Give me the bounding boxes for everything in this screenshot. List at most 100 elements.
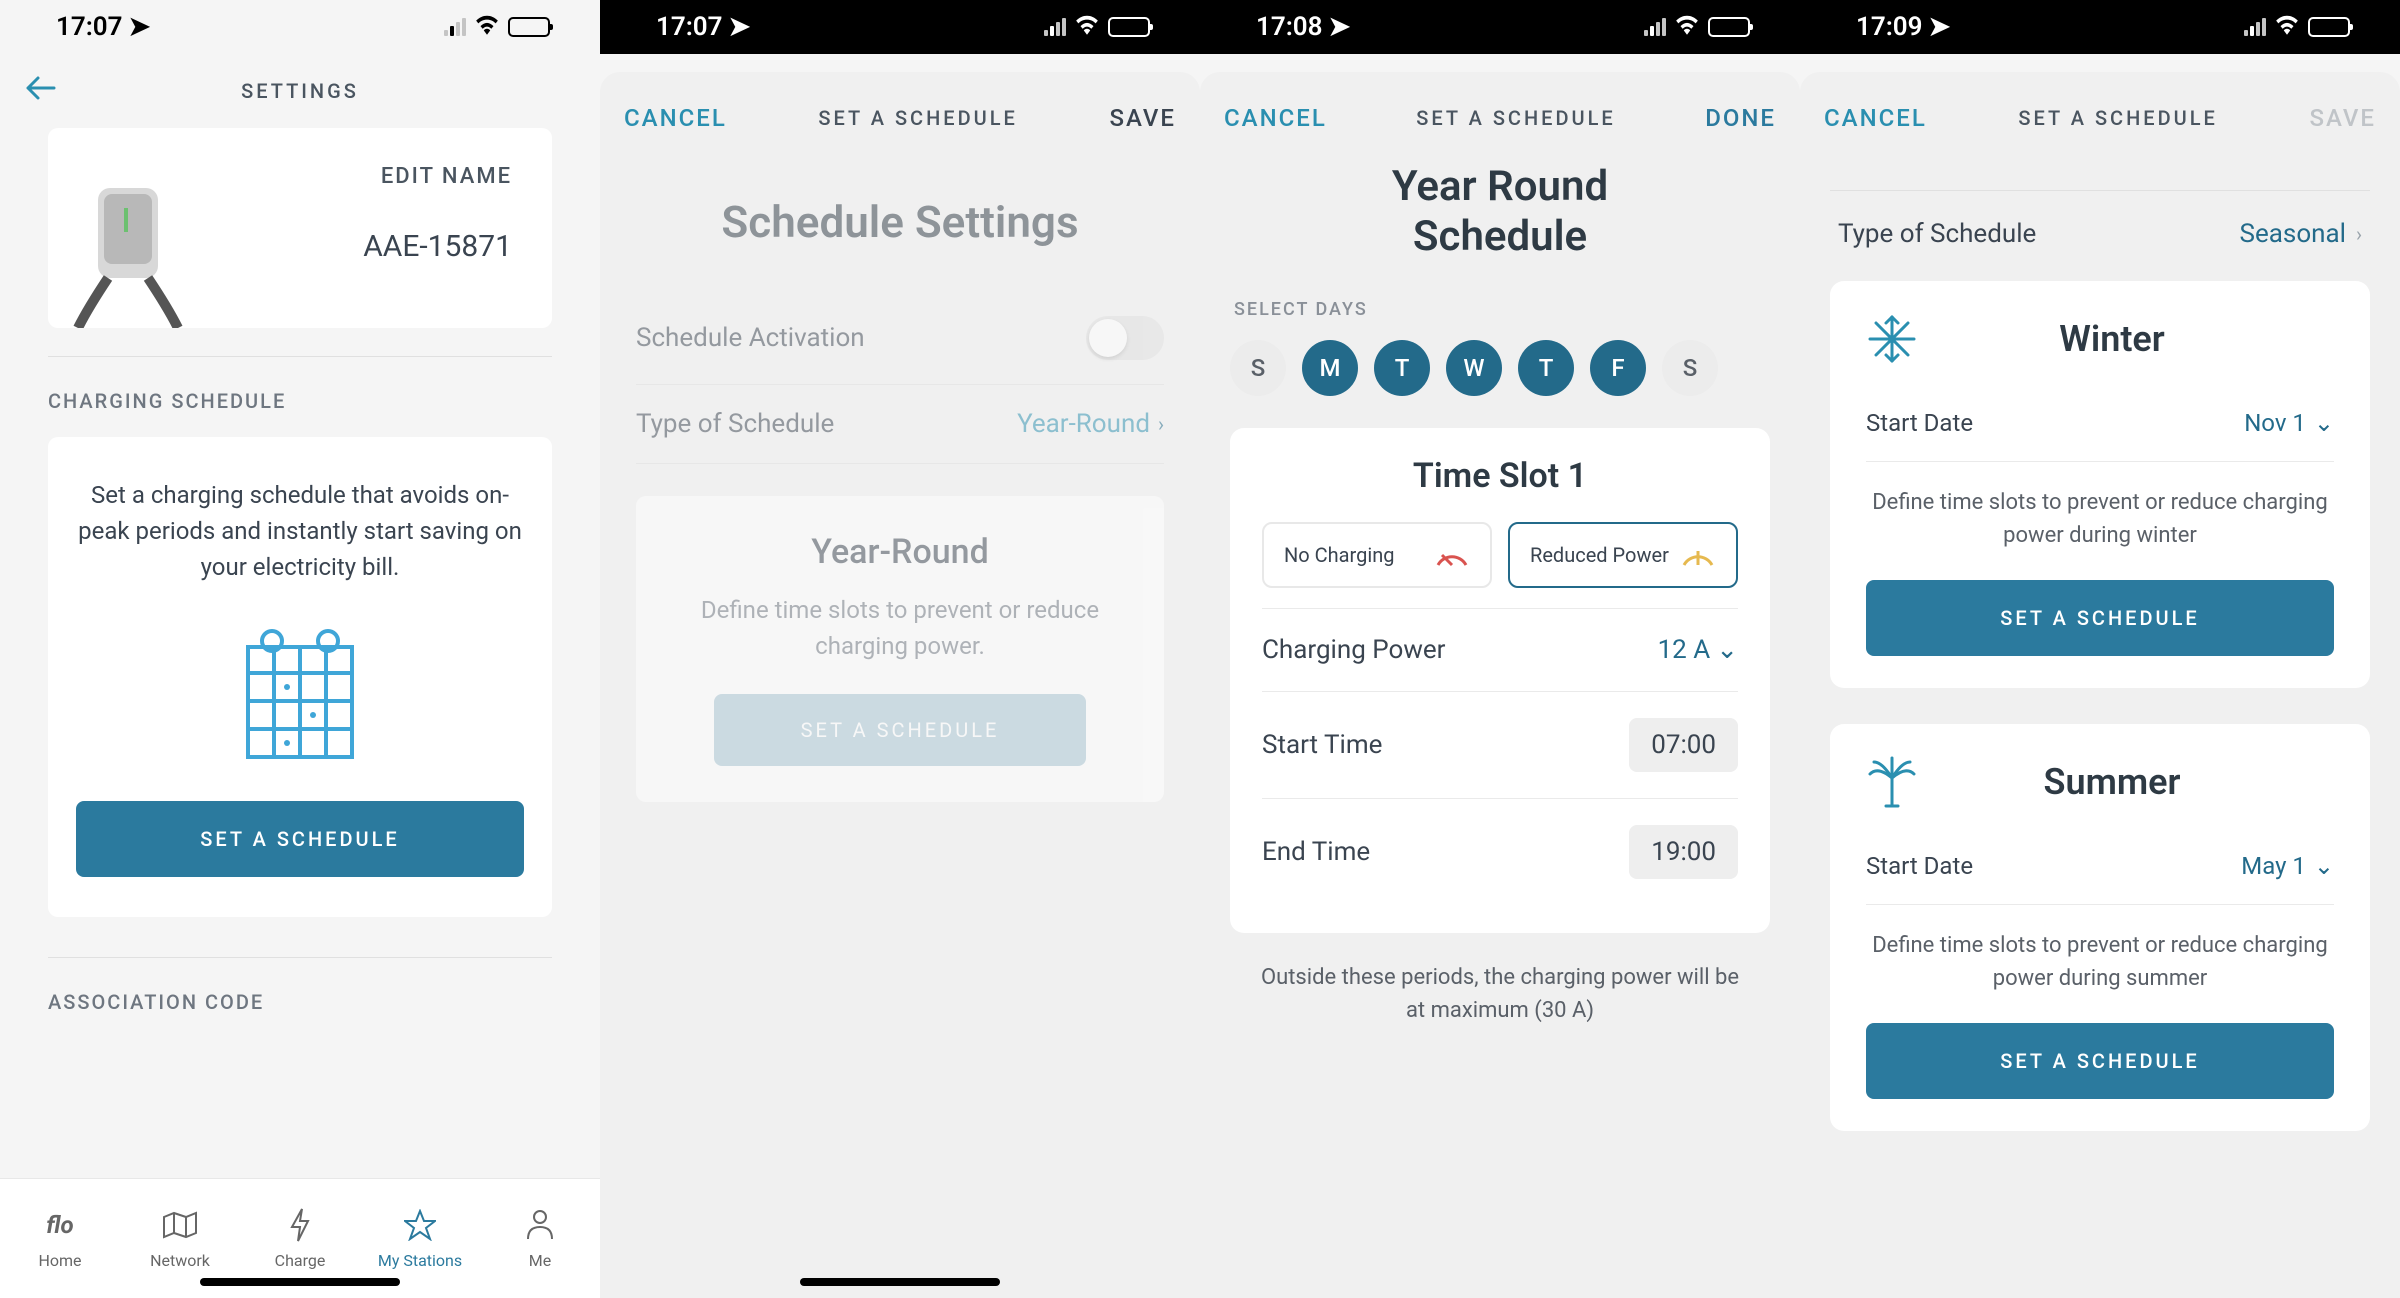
status-time: 17:09 bbox=[1856, 12, 1923, 42]
charging-power-row[interactable]: Charging Power 12 A⌄ bbox=[1262, 608, 1738, 691]
location-icon: ➤ bbox=[729, 12, 751, 42]
tab-me[interactable]: Me bbox=[480, 1179, 600, 1298]
status-time: 17:08 bbox=[1256, 12, 1323, 42]
battery-icon bbox=[508, 17, 550, 37]
end-time-row[interactable]: End Time 19:00 bbox=[1262, 798, 1738, 905]
gauge-yellow-icon bbox=[1680, 543, 1716, 567]
winter-card: Winter Start Date Nov 1⌄ Define time slo… bbox=[1830, 281, 2370, 688]
start-time-row[interactable]: Start Time 07:00 bbox=[1262, 691, 1738, 798]
chevron-down-icon: ⌄ bbox=[1716, 635, 1738, 665]
location-icon: ➤ bbox=[129, 12, 151, 42]
page-title: SETTINGS bbox=[0, 79, 600, 103]
days-selector: S M T W T F S bbox=[1230, 340, 1770, 396]
activation-toggle[interactable] bbox=[1086, 316, 1164, 360]
summer-card: Summer Start Date May 1⌄ Define time slo… bbox=[1830, 724, 2370, 1131]
modal-title: SET A SCHEDULE bbox=[1416, 106, 1615, 130]
chevron-down-icon: ⌄ bbox=[2314, 409, 2334, 437]
chevron-right-icon: › bbox=[1158, 412, 1164, 436]
winter-start-date: Nov 1 bbox=[2244, 409, 2306, 437]
screen-schedule-settings: 17:07➤ CANCEL SET A SCHEDULE SAVE Schedu… bbox=[600, 0, 1200, 1298]
year-round-card: Year-Round Define time slots to prevent … bbox=[636, 496, 1164, 802]
wifi-icon bbox=[474, 12, 500, 42]
edit-name-button[interactable]: EDIT NAME bbox=[381, 164, 512, 189]
palm-icon bbox=[1866, 756, 1918, 808]
chevron-right-icon: › bbox=[2356, 222, 2362, 246]
start-time-value[interactable]: 07:00 bbox=[1629, 718, 1738, 772]
type-label: Type of Schedule bbox=[636, 409, 834, 439]
star-icon bbox=[402, 1207, 438, 1243]
screen-settings: 17:07➤ SETTINGS EDIT NAME AAE-15871 CHAR… bbox=[0, 0, 600, 1298]
location-icon: ➤ bbox=[1329, 12, 1351, 42]
screen-year-round: 17:08➤ CANCEL SET A SCHEDULE DONE Year R… bbox=[1200, 0, 1800, 1298]
cellular-icon bbox=[444, 18, 466, 36]
type-value: Year-Round bbox=[1017, 409, 1150, 439]
day-wednesday[interactable]: W bbox=[1446, 340, 1502, 396]
device-name: AAE-15871 bbox=[363, 229, 512, 264]
time-slot-card: Time Slot 1 No Charging Reduced Power Ch… bbox=[1230, 428, 1770, 933]
save-button[interactable]: SAVE bbox=[1109, 104, 1176, 132]
set-schedule-button[interactable]: SET A SCHEDULE bbox=[76, 801, 524, 877]
day-thursday[interactable]: T bbox=[1518, 340, 1574, 396]
activation-label: Schedule Activation bbox=[636, 323, 865, 353]
mode-no-charging[interactable]: No Charging bbox=[1262, 522, 1492, 588]
snowflake-icon bbox=[1866, 313, 1918, 365]
calendar-icon bbox=[240, 627, 360, 767]
time-slot-title: Time Slot 1 bbox=[1262, 456, 1738, 496]
screen-seasonal: 17:09➤ CANCEL SET A SCHEDULE SAVE Type o… bbox=[1800, 0, 2400, 1298]
chevron-down-icon: ⌄ bbox=[2314, 852, 2334, 880]
wifi-icon bbox=[2274, 12, 2300, 42]
mode-reduced-power[interactable]: Reduced Power bbox=[1508, 522, 1738, 588]
type-of-schedule-row[interactable]: Type of Schedule Year-Round › bbox=[636, 385, 1164, 464]
winter-description: Define time slots to prevent or reduce c… bbox=[1866, 486, 2334, 552]
divider bbox=[48, 957, 552, 958]
cancel-button[interactable]: CANCEL bbox=[1824, 104, 1927, 132]
save-button[interactable]: SAVE bbox=[2309, 104, 2376, 132]
modal-title: SET A SCHEDULE bbox=[818, 106, 1017, 130]
card-title: Year-Round bbox=[668, 532, 1132, 572]
done-button[interactable]: DONE bbox=[1705, 104, 1776, 132]
winter-title: Winter bbox=[1942, 318, 2282, 360]
home-indicator[interactable] bbox=[800, 1278, 1000, 1286]
wifi-icon bbox=[1074, 12, 1100, 42]
day-friday[interactable]: F bbox=[1590, 340, 1646, 396]
winter-set-schedule-button[interactable]: SET A SCHEDULE bbox=[1866, 580, 2334, 656]
day-saturday[interactable]: S bbox=[1662, 340, 1718, 396]
cellular-icon bbox=[1644, 18, 1666, 36]
day-sunday[interactable]: S bbox=[1230, 340, 1286, 396]
map-icon bbox=[162, 1207, 198, 1243]
card-description: Define time slots to prevent or reduce c… bbox=[668, 592, 1132, 664]
charger-image bbox=[68, 188, 188, 328]
gauge-red-icon bbox=[1434, 543, 1470, 567]
cancel-button[interactable]: CANCEL bbox=[1224, 104, 1327, 132]
status-bar: 17:07➤ bbox=[0, 0, 600, 54]
modal-header: CANCEL SET A SCHEDULE SAVE bbox=[600, 84, 1200, 152]
cancel-button[interactable]: CANCEL bbox=[624, 104, 727, 132]
day-monday[interactable]: M bbox=[1302, 340, 1358, 396]
end-time-value[interactable]: 19:00 bbox=[1629, 825, 1738, 879]
schedule-description: Set a charging schedule that avoids on-p… bbox=[76, 477, 524, 585]
summer-start-date-row[interactable]: Start Date May 1⌄ bbox=[1866, 834, 2334, 905]
home-icon: flo bbox=[42, 1207, 78, 1243]
charging-power-value: 12 A bbox=[1658, 635, 1711, 665]
cellular-icon bbox=[1044, 18, 1066, 36]
home-indicator[interactable] bbox=[200, 1278, 400, 1286]
set-schedule-button[interactable]: SET A SCHEDULE bbox=[714, 694, 1085, 766]
modal-header: CANCEL SET A SCHEDULE SAVE bbox=[1800, 84, 2400, 152]
summer-title: Summer bbox=[1942, 761, 2282, 803]
winter-start-date-row[interactable]: Start Date Nov 1⌄ bbox=[1866, 391, 2334, 462]
charging-schedule-label: CHARGING SCHEDULE bbox=[48, 389, 552, 413]
modal-header: CANCEL SET A SCHEDULE DONE bbox=[1200, 84, 1800, 152]
day-tuesday[interactable]: T bbox=[1374, 340, 1430, 396]
summer-set-schedule-button[interactable]: SET A SCHEDULE bbox=[1866, 1023, 2334, 1099]
cellular-icon bbox=[2244, 18, 2266, 36]
battery-icon bbox=[2308, 17, 2350, 37]
device-card[interactable]: EDIT NAME AAE-15871 bbox=[48, 128, 552, 328]
schedule-card: Set a charging schedule that avoids on-p… bbox=[48, 437, 552, 917]
status-bar: 17:09➤ bbox=[1800, 0, 2400, 54]
page-header: SETTINGS bbox=[0, 54, 600, 128]
bolt-icon bbox=[282, 1207, 318, 1243]
tab-home[interactable]: floHome bbox=[0, 1179, 120, 1298]
type-of-schedule-row[interactable]: Type of Schedule Seasonal› bbox=[1830, 190, 2370, 281]
status-bar: 17:08➤ bbox=[1200, 0, 1800, 54]
association-code-label: ASSOCIATION CODE bbox=[48, 990, 552, 1014]
